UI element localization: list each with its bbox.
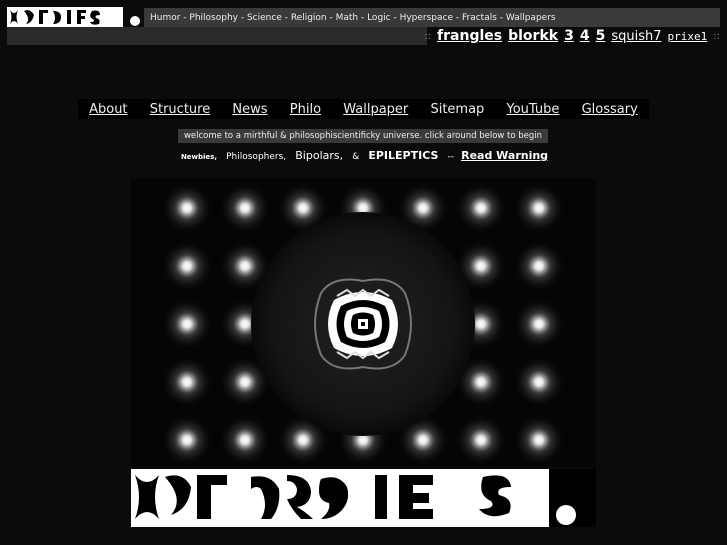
audience-dash: -- <box>447 152 455 162</box>
audience-philosophers: Philosophers, <box>226 152 287 162</box>
site-links: :: frangles blorkk 3 4 5 squish7 prixe1 … <box>424 27 720 45</box>
nav-youtube[interactable]: YouTube <box>507 102 560 117</box>
link-4[interactable]: 4 <box>580 28 590 44</box>
link-blorkk[interactable]: blorkk <box>508 28 558 44</box>
subheader-bar <box>7 27 427 45</box>
glow-dot <box>219 414 271 466</box>
glow-dot <box>161 356 213 408</box>
read-warning-link[interactable]: Read Warning <box>461 149 548 162</box>
nav-glossary[interactable]: Glossary <box>582 102 638 117</box>
nav-structure[interactable]: Structure <box>150 102 210 117</box>
nav-philo[interactable]: Philo <box>290 102 321 117</box>
nav-about[interactable]: About <box>89 102 127 117</box>
glow-dot <box>513 356 565 408</box>
glow-dot <box>161 414 213 466</box>
link-3[interactable]: 3 <box>564 28 574 44</box>
glow-dot <box>161 298 213 350</box>
glow-dot <box>513 240 565 292</box>
audience-epileptics: EPILEPTICS <box>368 149 439 162</box>
glow-dot <box>513 182 565 234</box>
audience-ampersand: & <box>352 152 360 162</box>
link-squish7[interactable]: squish7 <box>611 29 661 44</box>
glow-dot <box>455 414 507 466</box>
welcome-message: welcome to a mirthful & philosophiscient… <box>178 129 548 143</box>
tagline-bar: Humor - Philosophy - Science - Religion … <box>144 8 720 27</box>
glow-dot <box>455 182 507 234</box>
glow-dot <box>161 240 213 292</box>
glow-dot <box>513 414 565 466</box>
separator: :: <box>424 30 432 42</box>
nav-news[interactable]: News <box>232 102 267 117</box>
audience-line: Newbies, Philosophers, Bipolars, & EPILE… <box>0 146 727 165</box>
tagline: Humor - Philosophy - Science - Religion … <box>150 12 556 23</box>
fractal-hero-image[interactable] <box>131 178 596 468</box>
fractal-center <box>314 278 412 370</box>
glow-dot <box>219 182 271 234</box>
audience-bipolars: Bipolars, <box>295 149 344 162</box>
separator: :: <box>713 30 720 42</box>
site-logo-small[interactable] <box>7 7 144 27</box>
audience-newbies: Newbies, <box>180 153 218 161</box>
glow-dot <box>161 182 213 234</box>
glow-dot <box>513 298 565 350</box>
nav-wallpaper[interactable]: Wallpaper <box>343 102 408 117</box>
link-frangles[interactable]: frangles <box>437 28 502 44</box>
nav-sitemap[interactable]: Sitemap <box>430 102 484 117</box>
site-logo-large[interactable] <box>131 469 596 527</box>
link-prixe1[interactable]: prixe1 <box>668 30 708 43</box>
link-5[interactable]: 5 <box>596 28 606 44</box>
main-nav: About Structure News Philo Wallpaper Sit… <box>78 99 649 119</box>
